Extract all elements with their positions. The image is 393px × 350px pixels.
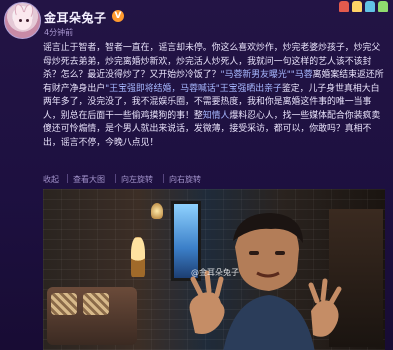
image-person [189,213,342,350]
avatar-eye-right [26,19,29,22]
avatar-face [14,12,32,30]
image-watermark: @金耳朵兔子 [191,268,239,277]
topic-link[interactable]: "王宝强即将结婚，马蓉喊话" [105,84,220,94]
post-header: 金耳朵兔子 V 4分钟前 [0,0,393,46]
content-line: 爆料 [229,110,248,121]
post-content: 谣言止于智者，智者一直在，谣言却未停。你这么喜欢炒作，炒完老婆炒孩子，炒完父母炒… [43,42,385,150]
image-lamp [151,203,163,219]
collapse-button[interactable]: 收起 [43,174,59,185]
verified-badge-icon: V [112,10,124,22]
image-cushion [51,293,77,315]
post-timestamp[interactable]: 4分钟前 [44,27,73,38]
decoration-icon [337,0,393,14]
content-line: 两年多了，没完没了，我不混娱乐圈，不需要热度， [43,97,248,107]
action-divider [115,174,116,183]
rotate-right-button[interactable]: 向右旋转 [169,174,201,185]
content-line: 鉴定，儿子身世真相大白 [281,83,380,94]
username[interactable]: 金耳朵兔子 [44,9,107,26]
content-line: 谣言止于智者，智者一直在，谣言却未停。你这么喜欢炒作，炒完老婆炒孩子， [43,43,354,53]
topic-link[interactable]: 知情人 [203,111,230,121]
topic-link[interactable]: 王宝强晒出亲子 [220,84,282,94]
rotate-left-button[interactable]: 向左旋转 [121,174,153,185]
avatar-eye-left [19,19,22,22]
topic-link[interactable]: "马蓉 [291,70,313,80]
topic-link[interactable]: "马蓉新男友曝光" [221,70,291,80]
image-lampstand [131,237,145,277]
image-cushion [83,293,109,315]
view-large-button[interactable]: 查看大图 [73,174,105,185]
avatar[interactable] [4,2,41,39]
action-divider [163,174,164,183]
action-divider [67,174,68,183]
post-image[interactable]: @金耳朵兔子 [43,189,385,350]
